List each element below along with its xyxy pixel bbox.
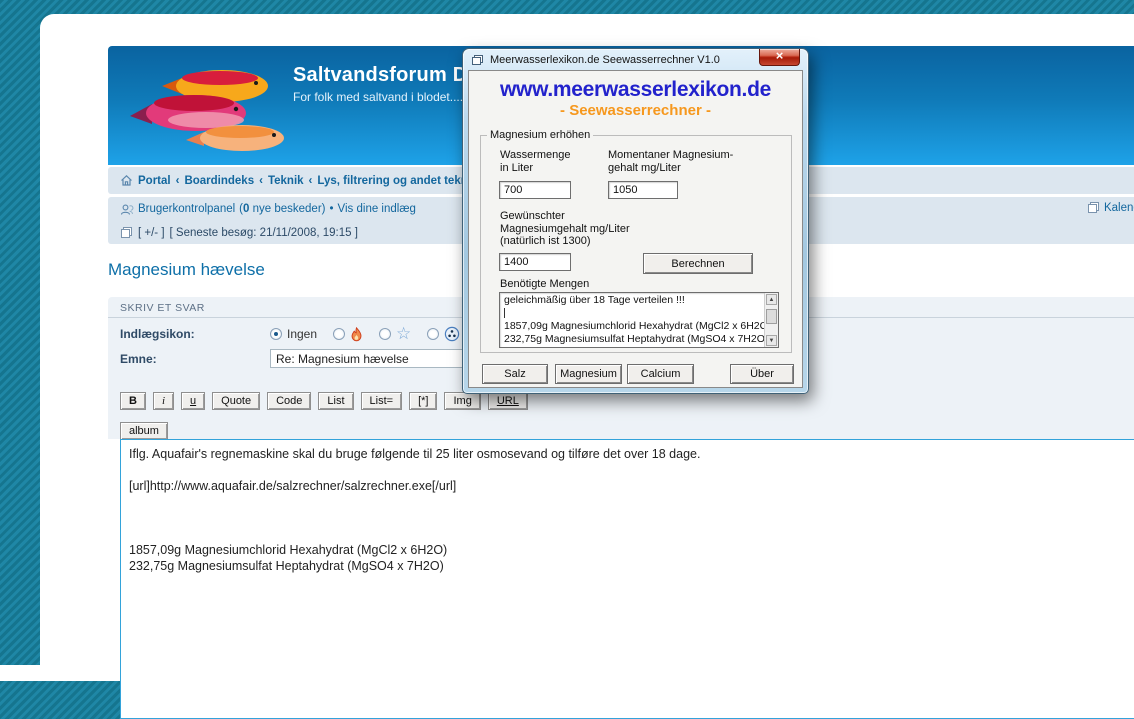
bbcode-code-button[interactable]: Code <box>267 392 311 410</box>
bbcode-quote-button[interactable]: Quote <box>212 392 260 410</box>
water-amount-label: Wassermenge in Liter <box>500 149 571 175</box>
magnesium-tab-button[interactable]: Magnesium <box>555 364 622 384</box>
post-icon-label: Indlægsikon: <box>120 327 270 341</box>
target-magnesium-input[interactable] <box>499 253 571 271</box>
dotted-circle-icon <box>444 326 460 342</box>
user-icon <box>120 203 134 216</box>
album-button[interactable]: album <box>120 422 168 440</box>
fire-icon <box>350 327 363 342</box>
result-line: geleichmäßig über 18 Tage verteilen !!! <box>504 294 762 307</box>
app-header-url: www.meerwasserlexikon.de <box>469 78 802 102</box>
bullet-separator: • <box>330 203 334 215</box>
radio-icon <box>333 328 345 340</box>
water-amount-input[interactable] <box>499 181 571 199</box>
results-listbox[interactable]: geleichmäßig über 18 Tage verteilen !!! … <box>499 292 779 348</box>
current-magnesium-label: Momentaner Magnesium- gehalt mg/Liter <box>608 149 733 175</box>
about-button[interactable]: Über <box>730 364 794 384</box>
breadcrumb-separator: ‹ <box>309 175 313 187</box>
bbcode-url-button[interactable]: URL <box>488 392 528 410</box>
salz-tab-button[interactable]: Salz <box>482 364 548 384</box>
site-subtitle: For folk med saltvand i blodet.... <box>293 90 482 104</box>
post-icon-radio-none[interactable]: Ingen <box>270 327 317 341</box>
breadcrumb-boardindex[interactable]: Boardindeks <box>184 175 254 187</box>
window-icon <box>471 54 484 66</box>
bbcode-bold-button[interactable]: B <box>120 392 146 410</box>
result-line: 232,75g Magnesiumsulfat Heptahydrat (MgS… <box>504 333 762 346</box>
post-icon-radio-balls[interactable] <box>427 326 460 342</box>
post-icon-radio-fire[interactable] <box>333 327 363 342</box>
expand-toggle[interactable]: [ +/- ] <box>138 227 165 239</box>
bbcode-list-button[interactable]: List <box>318 392 353 410</box>
fish-logo <box>124 58 290 154</box>
post-icon-radio-star[interactable]: ☆ <box>379 328 411 340</box>
view-your-posts-link[interactable]: Vis dine indlæg <box>338 203 416 215</box>
magnesium-groupbox: Magnesium erhöhen Wassermenge in Liter M… <box>480 135 792 353</box>
page-bottom-edge <box>0 665 41 681</box>
last-visit-text: [ Seneste besøg: 21/11/2008, 19:15 ] <box>170 227 358 239</box>
text-cursor <box>504 308 505 318</box>
breadcrumb-separator: ‹ <box>259 175 263 187</box>
current-magnesium-input[interactable] <box>608 181 678 199</box>
radio-selected-icon <box>270 328 282 340</box>
scroll-up-arrow[interactable]: ▲ <box>766 294 777 305</box>
result-line: 1857,09g Magnesiumchlorid Hexahydrat (Mg… <box>504 320 762 333</box>
calendar-link[interactable]: Kalender <box>1087 201 1134 214</box>
listbox-scrollbar[interactable]: ▲ ▼ <box>764 293 778 347</box>
radio-icon <box>427 328 439 340</box>
breadcrumb-teknik[interactable]: Teknik <box>268 175 304 187</box>
groupbox-title: Magnesium erhöhen <box>487 129 593 141</box>
bbcode-list-eq-button[interactable]: List= <box>361 392 403 410</box>
pages-icon <box>120 226 133 239</box>
calculator-body: www.meerwasserlexikon.de - Seewasserrech… <box>468 70 803 388</box>
page-title: Magnesium hævelse <box>108 260 265 280</box>
new-messages-count: (0 nye beskeder) <box>239 203 325 215</box>
scroll-down-arrow[interactable]: ▼ <box>766 335 777 346</box>
breadcrumb-portal[interactable]: Portal <box>138 175 171 187</box>
star-icon: ☆ <box>396 328 411 340</box>
subject-label: Emne: <box>120 352 270 366</box>
app-header-subtitle: - Seewasserrechner - <box>469 102 802 119</box>
bbcode-listitem-button[interactable]: [*] <box>409 392 437 410</box>
breadcrumb-forum[interactable]: Lys, filtrering og andet teknik <box>317 175 477 187</box>
calculate-button[interactable]: Berechnen <box>643 253 753 274</box>
window-titlebar[interactable]: Meerwasserlexikon.de Seewasserrechner V1… <box>463 49 808 70</box>
results-label: Benötigte Mengen <box>500 278 589 291</box>
window-title: Meerwasserlexikon.de Seewasserrechner V1… <box>490 54 720 66</box>
home-icon <box>120 174 133 187</box>
message-textarea[interactable]: Iflg. Aquafair's regnemaskine skal du br… <box>120 439 1134 719</box>
calendar-icon <box>1087 201 1100 214</box>
bbcode-italic-button[interactable]: i <box>153 392 174 410</box>
bbcode-img-button[interactable]: Img <box>444 392 480 410</box>
radio-icon <box>379 328 391 340</box>
user-control-panel-link[interactable]: Brugerkontrolpanel <box>138 203 235 215</box>
breadcrumb-separator: ‹ <box>176 175 180 187</box>
close-button[interactable]: × <box>759 49 800 66</box>
scrollbar-thumb[interactable] <box>766 309 777 324</box>
calcium-tab-button[interactable]: Calcium <box>627 364 694 384</box>
bbcode-toolbar: B i u Quote Code List List= [*] Img URL <box>120 392 528 410</box>
result-line <box>504 307 762 320</box>
bbcode-underline-button[interactable]: u <box>181 392 205 410</box>
calculator-window: Meerwasserlexikon.de Seewasserrechner V1… <box>462 48 809 394</box>
site-title: Saltvandsforum DK <box>293 64 482 87</box>
target-magnesium-label: Gewünschter Magnesiumgehalt mg/Liter (na… <box>500 210 630 248</box>
